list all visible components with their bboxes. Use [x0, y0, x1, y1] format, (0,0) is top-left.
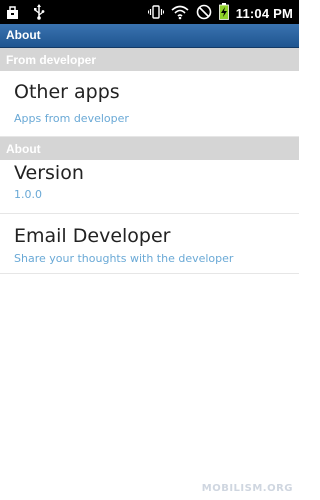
- section-header-about: About: [0, 137, 299, 160]
- version-value: 1.0.0: [14, 188, 42, 201]
- usb-icon: [33, 4, 45, 24]
- status-left-icons: [6, 4, 45, 24]
- status-bar: 11:04 PM: [0, 0, 299, 24]
- wifi-icon: [171, 4, 189, 24]
- bag-icon: [6, 5, 19, 24]
- email-developer-item[interactable]: Email Developer Share your thoughts with…: [0, 214, 299, 274]
- watermark: MOBILISM.ORG: [201, 483, 293, 494]
- preferences-list: From developer Other apps Apps from deve…: [0, 48, 299, 500]
- other-apps-item[interactable]: Other apps Apps from developer: [0, 71, 299, 137]
- status-time: 11:04 PM: [235, 6, 293, 21]
- page-title: About: [6, 28, 41, 42]
- battery-icon: [218, 3, 229, 24]
- version-item[interactable]: Version 1.0.0: [0, 160, 299, 214]
- title-bar: About: [0, 24, 299, 48]
- status-right-icons: 11:04 PM: [147, 3, 293, 24]
- other-apps-subtitle: Apps from developer: [14, 112, 129, 125]
- no-sim-icon: [196, 4, 212, 24]
- vibrate-icon: [147, 4, 164, 24]
- other-apps-title: Other apps: [14, 81, 120, 103]
- email-developer-title: Email Developer: [14, 225, 171, 247]
- section-header-from-developer: From developer: [0, 48, 299, 71]
- email-developer-subtitle: Share your thoughts with the developer: [14, 252, 234, 265]
- version-title: Version: [14, 162, 84, 184]
